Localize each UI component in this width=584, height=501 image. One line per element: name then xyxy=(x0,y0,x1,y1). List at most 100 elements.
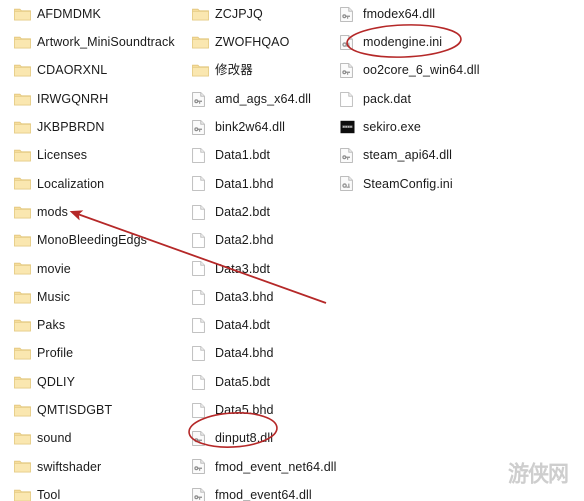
folder-row[interactable]: QDLIY xyxy=(14,368,194,396)
file-row[interactable]: oo2core_6_win64.dll xyxy=(340,57,520,85)
folder-name-label: movie xyxy=(37,261,71,276)
generic-file-icon xyxy=(192,374,209,390)
generic-file-icon xyxy=(192,402,209,418)
file-column-2: ZCJPJQ ZWOFHQAO 修改器 amd_ags_x64.dll bink2w64… xyxy=(192,0,342,501)
generic-file-icon xyxy=(192,261,209,277)
folder-name-label: QMTISDGBT xyxy=(37,403,113,418)
folder-row[interactable]: Tool xyxy=(14,481,194,501)
folder-icon xyxy=(14,7,31,22)
folder-icon xyxy=(14,233,31,248)
folder-icon xyxy=(14,318,31,333)
folder-row[interactable]: mods xyxy=(14,198,194,226)
folder-name-label: mods xyxy=(37,204,68,219)
file-name-label: modengine.ini xyxy=(363,35,443,50)
folder-icon xyxy=(14,459,31,474)
folder-row[interactable]: CDAORXNL xyxy=(14,57,194,85)
folder-name-label: sound xyxy=(37,431,72,446)
file-name-label: amd_ags_x64.dll xyxy=(215,91,312,106)
file-row[interactable]: pack.dat xyxy=(340,85,520,113)
folder-row[interactable]: Licenses xyxy=(14,141,194,169)
file-name-label: Data3.bdt xyxy=(215,261,271,276)
file-row[interactable]: Data5.bhd xyxy=(192,396,342,424)
folder-name-label: QDLIY xyxy=(37,374,76,389)
folder-name-label: swiftshader xyxy=(37,459,102,474)
file-column-1: AFDMDMK Artwork_MiniSoundtrack CDAORXNL IRW… xyxy=(14,0,194,501)
generic-file-icon xyxy=(192,346,209,362)
folder-name-label: 修改器 xyxy=(215,63,253,78)
generic-file-icon xyxy=(192,176,209,192)
folder-row[interactable]: Profile xyxy=(14,340,194,368)
file-row[interactable]: Data1.bhd xyxy=(192,170,342,198)
file-row[interactable]: Data2.bhd xyxy=(192,226,342,254)
generic-file-icon xyxy=(340,91,357,107)
file-name-label: SteamConfig.ini xyxy=(363,176,453,191)
generic-file-icon xyxy=(192,148,209,163)
folder-icon xyxy=(14,290,31,305)
folder-name-label: ZCJPJQ xyxy=(215,6,263,21)
folder-name-label: MonoBleedingEdgs xyxy=(37,233,148,248)
folder-row[interactable]: sound xyxy=(14,424,194,452)
folder-icon xyxy=(14,261,31,276)
file-row[interactable]: fmodex64.dll xyxy=(340,0,520,28)
folder-name-label: CDAORXNL xyxy=(37,63,108,78)
dll-file-icon xyxy=(192,459,209,475)
file-row[interactable]: dinput8.dll xyxy=(192,424,342,452)
file-name-label: Data4.bhd xyxy=(215,346,274,361)
folder-row[interactable]: movie xyxy=(14,255,194,283)
folder-name-label: AFDMDMK xyxy=(37,6,101,21)
dll-file-icon xyxy=(192,91,209,107)
folder-icon xyxy=(14,35,31,50)
file-row[interactable]: Data3.bdt xyxy=(192,255,342,283)
folder-icon xyxy=(14,205,31,220)
generic-file-icon xyxy=(192,318,209,333)
file-row[interactable]: Data2.bdt xyxy=(192,198,342,226)
file-row[interactable]: amd_ags_x64.dll xyxy=(192,85,342,113)
folder-row[interactable]: Localization xyxy=(14,170,194,198)
file-row[interactable]: fmod_event64.dll xyxy=(192,481,342,501)
folder-row[interactable]: 修改器 xyxy=(192,57,342,85)
folder-icon xyxy=(14,431,31,446)
dll-file-icon xyxy=(192,487,209,501)
file-row[interactable]: bink2w64.dll xyxy=(192,113,342,141)
folder-row[interactable]: AFDMDMK xyxy=(14,0,194,28)
dll-file-icon xyxy=(340,63,357,79)
ini-file-icon xyxy=(340,35,357,50)
file-name-label: dinput8.dll xyxy=(215,431,274,446)
folder-row[interactable]: IRWGQNRH xyxy=(14,85,194,113)
folder-icon xyxy=(14,176,31,191)
folder-icon xyxy=(14,148,31,163)
file-row[interactable]: Data3.bhd xyxy=(192,283,342,311)
file-row[interactable]: fmod_event_net64.dll xyxy=(192,453,342,481)
ini-file-icon xyxy=(340,176,357,192)
file-row[interactable]: modengine.ini xyxy=(340,28,520,56)
file-row[interactable]: Data4.bhd xyxy=(192,340,342,368)
folder-row[interactable]: MonoBleedingEdgs xyxy=(14,226,194,254)
file-name-label: Data2.bdt xyxy=(215,204,271,219)
file-row[interactable]: Data1.bdt xyxy=(192,141,342,169)
folder-row[interactable]: Paks xyxy=(14,311,194,339)
dll-file-icon xyxy=(340,6,357,22)
folder-name-label: Profile xyxy=(37,346,74,361)
dll-file-icon xyxy=(192,119,209,135)
folder-row[interactable]: ZWOFHQAO xyxy=(192,28,342,56)
folder-icon xyxy=(14,346,31,361)
file-row[interactable]: Data5.bdt xyxy=(192,368,342,396)
folder-icon xyxy=(14,488,31,501)
folder-name-label: Paks xyxy=(37,318,66,333)
dll-file-icon xyxy=(192,431,209,446)
folder-name-label: IRWGQNRH xyxy=(37,91,109,106)
file-row[interactable]: Data4.bdt xyxy=(192,311,342,339)
folder-row[interactable]: swiftshader xyxy=(14,453,194,481)
folder-row[interactable]: QMTISDGBT xyxy=(14,396,194,424)
folder-row[interactable]: Artwork_MiniSoundtrack xyxy=(14,28,194,56)
folder-icon xyxy=(192,7,209,22)
folder-row[interactable]: ZCJPJQ xyxy=(192,0,342,28)
file-row[interactable]: SteamConfig.ini xyxy=(340,170,520,198)
file-row[interactable]: steam_api64.dll xyxy=(340,141,520,169)
file-name-label: Data2.bhd xyxy=(215,233,274,248)
file-name-label: Data5.bhd xyxy=(215,403,274,418)
file-row[interactable]: sekiro.exe xyxy=(340,113,520,141)
folder-row[interactable]: Music xyxy=(14,283,194,311)
folder-row[interactable]: JKBPBRDN xyxy=(14,113,194,141)
file-name-label: fmodex64.dll xyxy=(363,6,436,21)
